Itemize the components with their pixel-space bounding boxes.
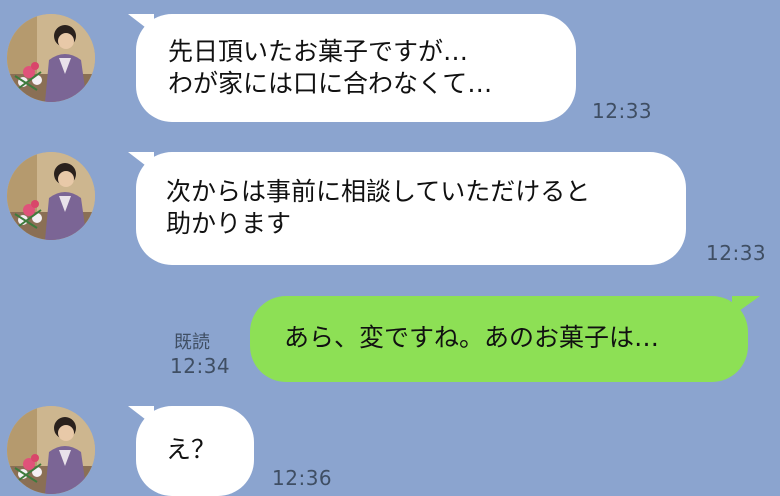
message-timestamp: 12:36 bbox=[272, 466, 333, 490]
message-bubble-incoming[interactable]: 次からは事前に相談していただけると 助かります bbox=[136, 152, 686, 265]
message-timestamp: 12:33 bbox=[706, 241, 767, 265]
message-bubble-incoming[interactable]: え？ bbox=[136, 406, 254, 496]
kimono-woman-avatar-icon bbox=[7, 14, 95, 102]
partner-avatar[interactable] bbox=[7, 14, 95, 102]
bubble-tail bbox=[732, 296, 760, 316]
message-bubble-outgoing[interactable]: あら、変ですね。あのお菓子は… bbox=[250, 296, 748, 382]
message-bubble-incoming[interactable]: 先日頂いたお菓子ですが… わが家には口に合わなくて… bbox=[136, 14, 576, 122]
kimono-woman-avatar-icon bbox=[7, 152, 95, 240]
kimono-woman-avatar-icon bbox=[7, 406, 95, 494]
message-timestamp: 12:34 bbox=[170, 354, 231, 378]
message-timestamp: 12:33 bbox=[592, 99, 653, 123]
partner-avatar[interactable] bbox=[7, 152, 95, 240]
partner-avatar[interactable] bbox=[7, 406, 95, 494]
read-receipt: 既読 bbox=[174, 332, 210, 353]
chat-area[interactable]: 先日頂いたお菓子ですが… わが家には口に合わなくて… 12:33 次からは事前に… bbox=[0, 0, 780, 496]
